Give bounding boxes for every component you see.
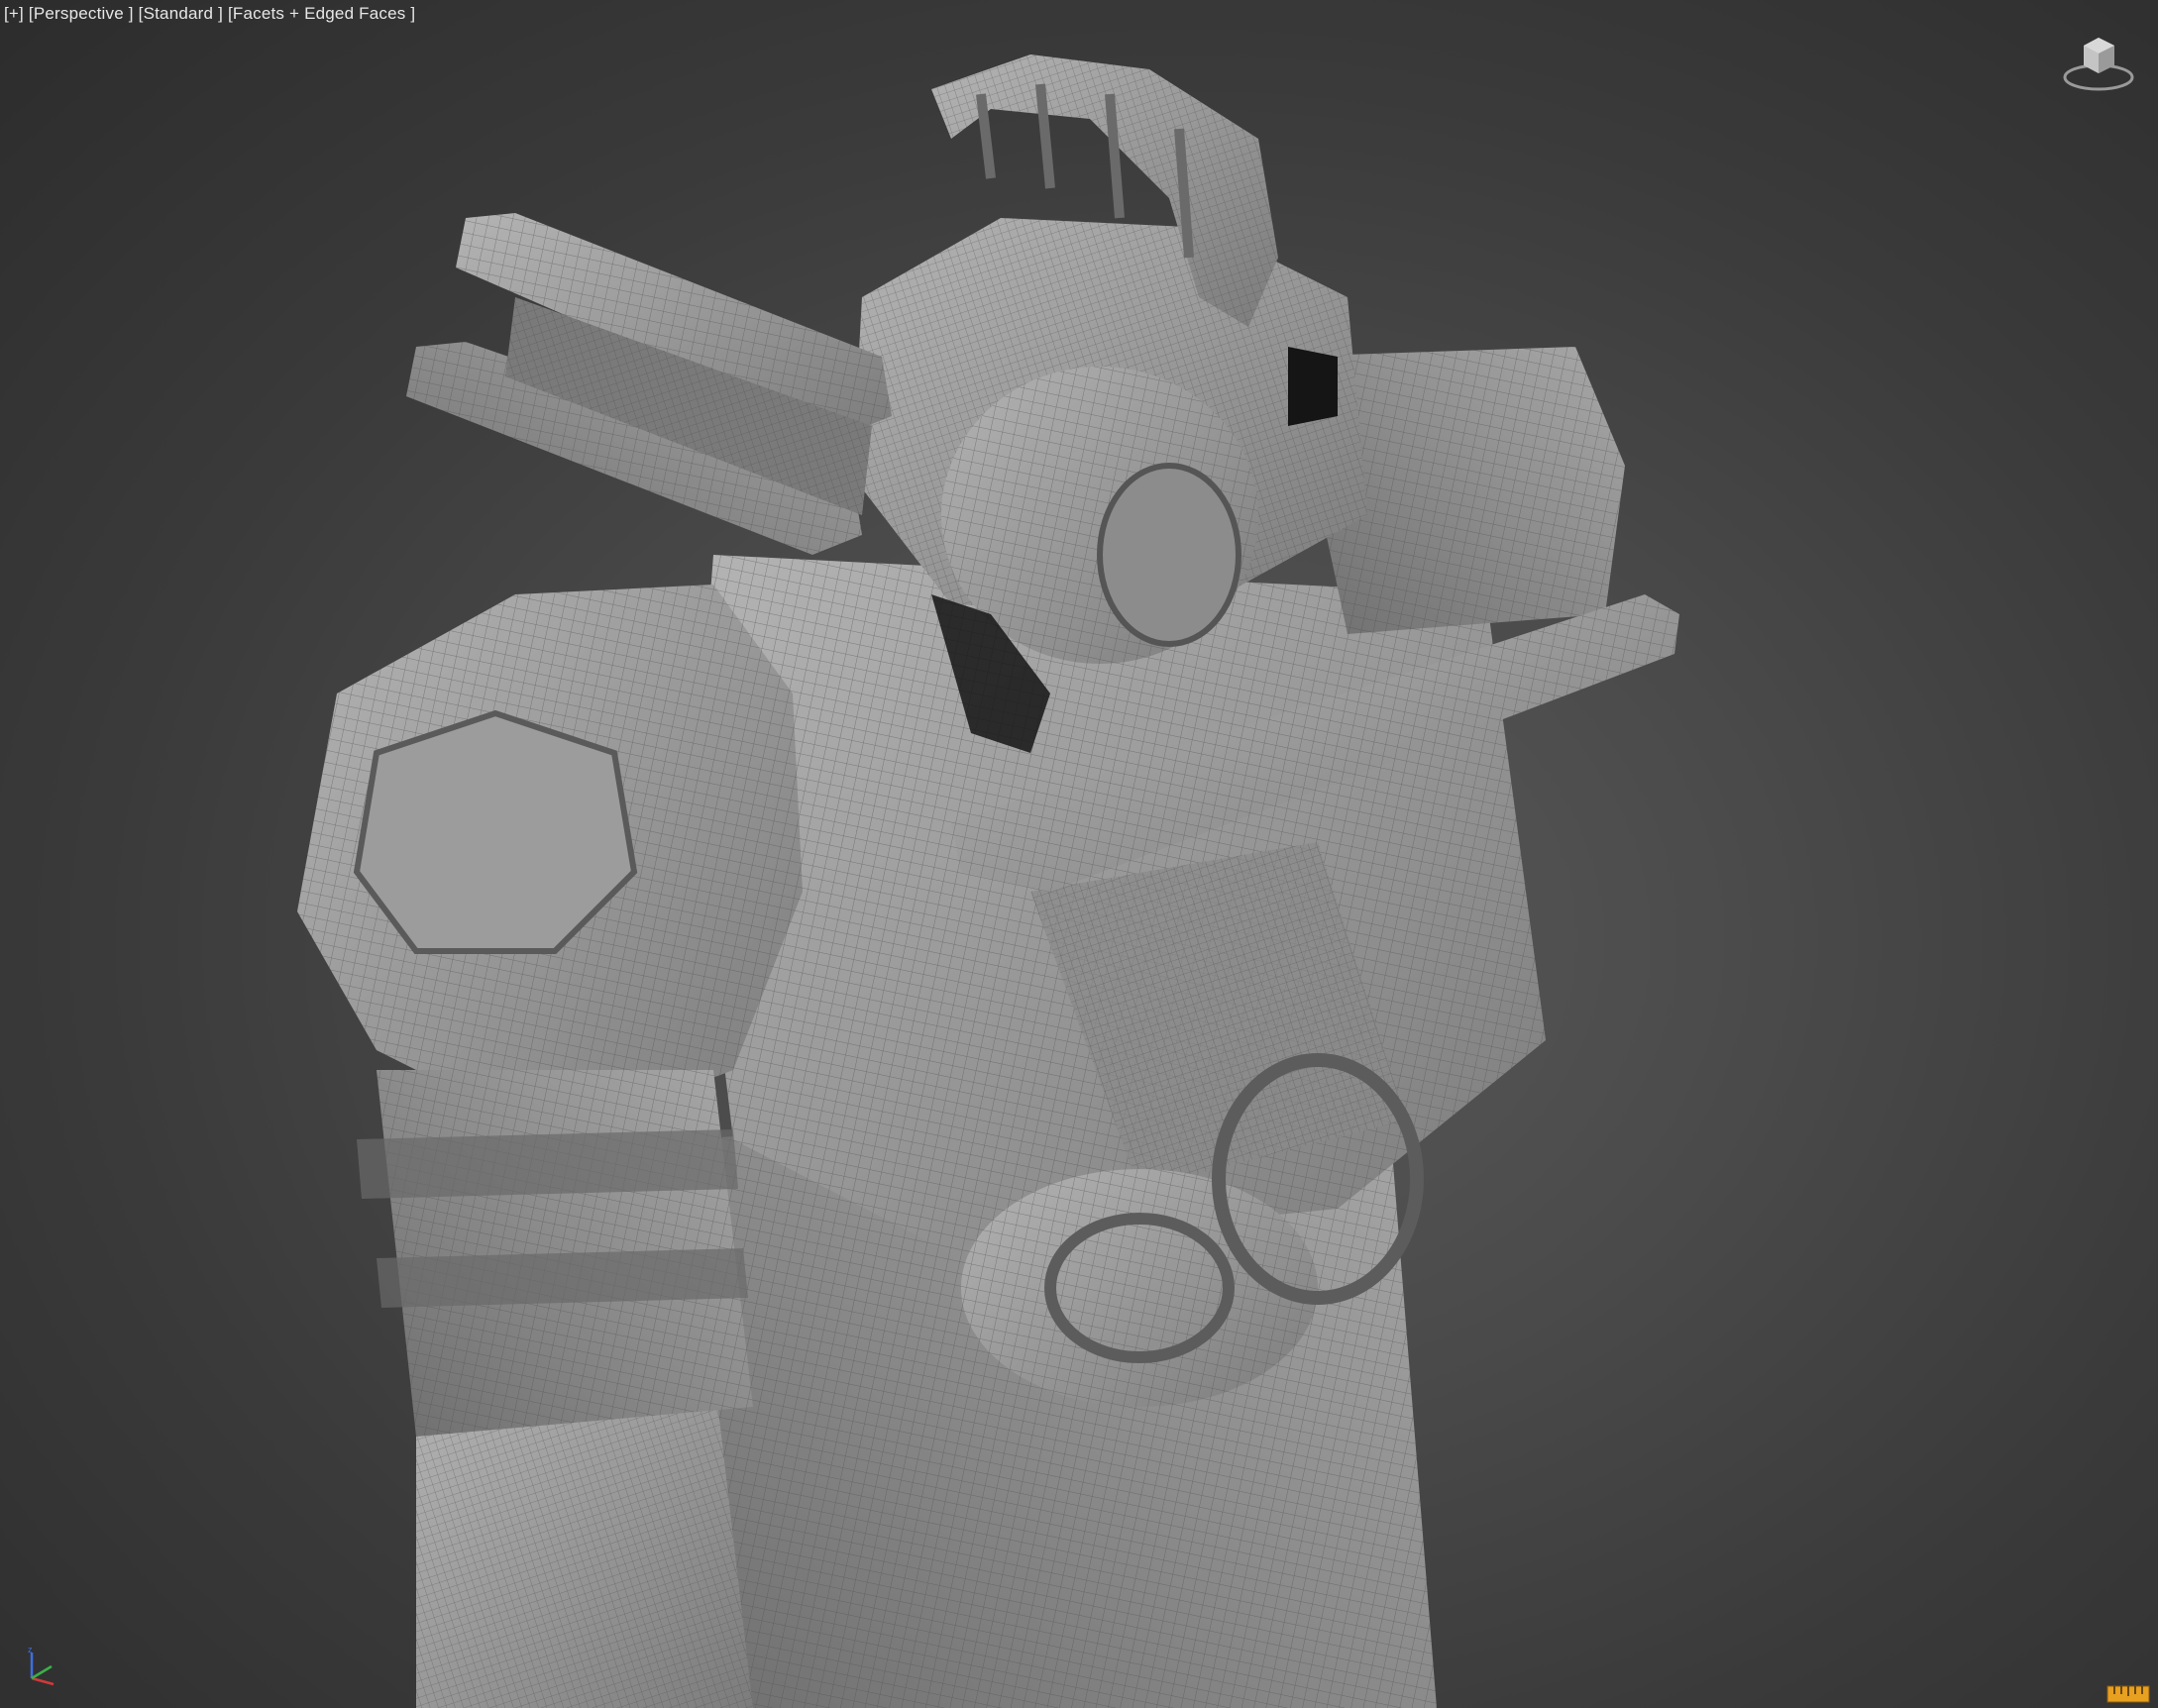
robot-mesh-model[interactable] bbox=[0, 0, 2158, 1708]
viewport-perspective[interactable]: [+] [Perspective ] [Standard ] [Facets +… bbox=[0, 0, 2158, 1708]
viewport-menu-pov[interactable]: [Perspective ] bbox=[29, 4, 134, 23]
arm-left bbox=[357, 1070, 753, 1437]
shoulder-pad-left bbox=[297, 585, 803, 1139]
viewport-menu-plus[interactable]: [+] bbox=[4, 4, 24, 23]
svg-text:z: z bbox=[28, 1645, 33, 1655]
viewport-menu-shading[interactable]: [Facets + Edged Faces ] bbox=[228, 4, 415, 23]
viewport-menu-standard[interactable]: [Standard ] bbox=[139, 4, 223, 23]
grid-toggle-icon[interactable] bbox=[2106, 1684, 2150, 1704]
viewport-label: [+] [Perspective ] [Standard ] [Facets +… bbox=[4, 4, 415, 24]
axis-tripod-icon: z bbox=[28, 1645, 54, 1686]
viewcube-icon[interactable] bbox=[2059, 26, 2138, 95]
